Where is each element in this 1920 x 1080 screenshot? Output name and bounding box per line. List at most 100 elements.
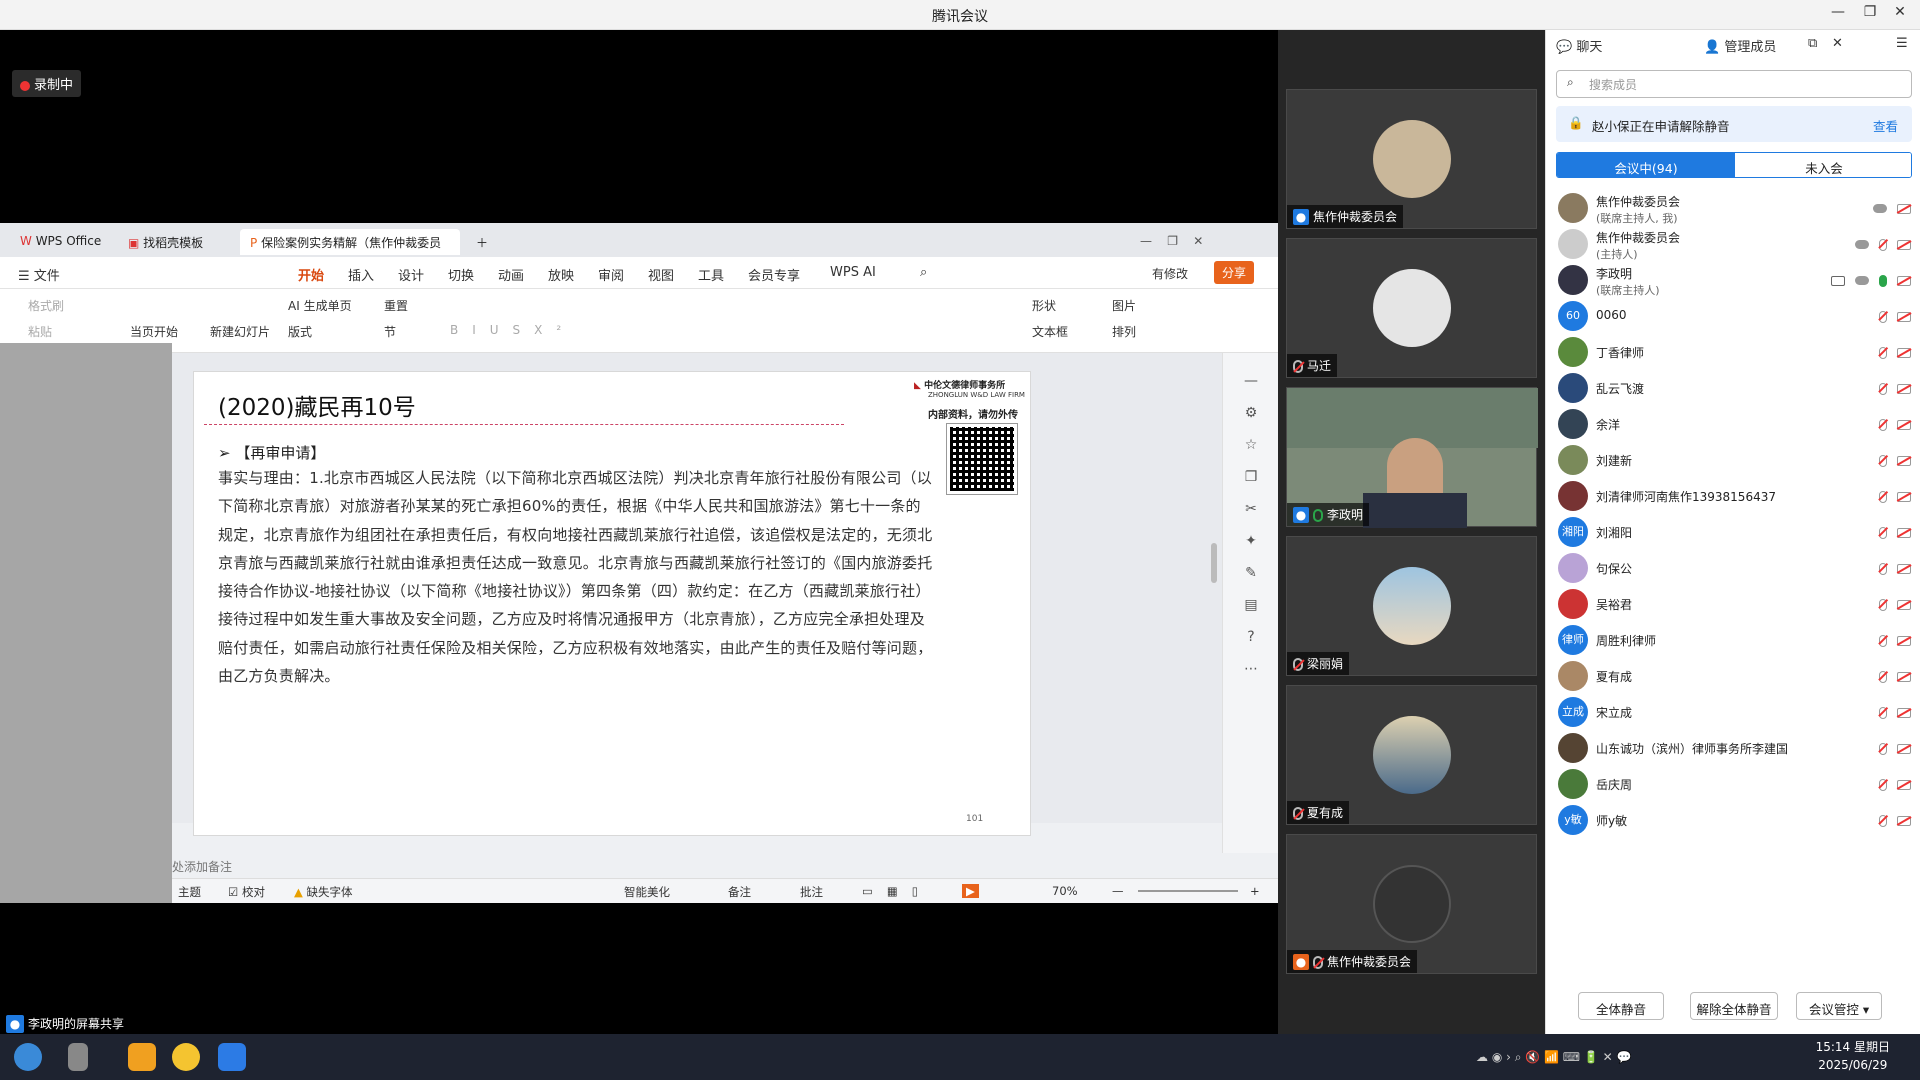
zoom-out-button[interactable]: — xyxy=(1112,884,1124,898)
app-icon[interactable] xyxy=(128,1043,156,1071)
mic-off-icon[interactable] xyxy=(1879,490,1887,503)
slide-thumbnail-pane[interactable] xyxy=(0,343,172,903)
camera-off-icon[interactable] xyxy=(1897,275,1911,286)
camera-off-icon[interactable] xyxy=(1897,311,1911,322)
member-status-icons[interactable] xyxy=(1869,417,1911,431)
reset-button[interactable]: 重置 xyxy=(384,297,408,314)
menu-home[interactable]: 开始 xyxy=(298,265,325,291)
view-request-link[interactable]: 查看 xyxy=(1873,116,1898,135)
copy-icon[interactable]: ❐ xyxy=(1243,469,1259,485)
member-status-icons[interactable] xyxy=(1869,525,1911,539)
menu-tools[interactable]: 工具 xyxy=(698,265,724,284)
mic-off-icon[interactable] xyxy=(1879,418,1887,431)
mic-on-icon[interactable] xyxy=(1879,274,1887,287)
camera-off-icon[interactable] xyxy=(1897,671,1911,682)
member-status-icons[interactable] xyxy=(1869,777,1911,791)
more-icon[interactable]: ⋯ xyxy=(1243,661,1259,677)
mic-off-icon[interactable] xyxy=(1879,454,1887,467)
video-tile[interactable]: ● 焦作仲裁委员会 xyxy=(1286,834,1537,974)
recording-badge[interactable]: 录制中 xyxy=(12,70,82,97)
notes-button[interactable]: 备注 xyxy=(728,884,751,900)
view-mode-buttons[interactable]: ▭▦▯ xyxy=(862,884,932,898)
mic-off-icon[interactable] xyxy=(1879,526,1887,539)
mic-off-icon[interactable] xyxy=(1879,742,1887,755)
tab-wps-office[interactable]: W WPS Office xyxy=(10,229,111,255)
tray-icons[interactable]: ☁ ◉ › ⌕ 🔇 📶 ⌨ 🔋 ✕ 💬 xyxy=(1476,1050,1631,1065)
ai-generate-button[interactable]: AI 生成单页 xyxy=(288,297,352,314)
member-status-icons[interactable] xyxy=(1821,273,1911,287)
section-button[interactable]: 节 xyxy=(384,323,396,340)
member-status-icons[interactable] xyxy=(1845,237,1911,251)
member-status-icons[interactable] xyxy=(1869,489,1911,503)
browser-icon[interactable] xyxy=(172,1043,200,1071)
camera-off-icon[interactable] xyxy=(1897,347,1911,358)
camera-off-icon[interactable] xyxy=(1897,707,1911,718)
picture-button[interactable]: 图片 xyxy=(1112,297,1136,314)
tab-members[interactable]: 👤 管理成员 xyxy=(1704,36,1776,55)
member-status-icons[interactable] xyxy=(1869,561,1911,575)
camera-off-icon[interactable] xyxy=(1897,815,1911,826)
edit-status[interactable]: 有修改 xyxy=(1152,265,1188,282)
camera-off-icon[interactable] xyxy=(1897,635,1911,646)
tab-in-meeting[interactable]: 会议中(94) xyxy=(1557,153,1735,177)
mic-off-icon[interactable] xyxy=(1879,670,1887,683)
menu-slideshow[interactable]: 放映 xyxy=(548,265,574,284)
notes-field[interactable]: 处添加备注 xyxy=(172,853,1222,878)
theme-button[interactable]: 主题 xyxy=(178,884,201,900)
member-status-icons[interactable] xyxy=(1869,741,1911,755)
zoom-in-button[interactable]: + xyxy=(1250,884,1260,898)
member-status-icons[interactable] xyxy=(1863,201,1911,215)
member-row[interactable]: y敏 师y敏 xyxy=(1546,798,1920,842)
window-controls[interactable]: — ❐ ✕ xyxy=(1130,229,1213,255)
camera-off-icon[interactable] xyxy=(1897,203,1911,214)
video-tile[interactable]: 梁丽娟 xyxy=(1286,536,1537,676)
popout-icon[interactable]: ⧉ xyxy=(1808,36,1817,51)
menu-design[interactable]: 设计 xyxy=(398,265,424,284)
tab-not-joined[interactable]: 未入会 xyxy=(1735,153,1911,177)
mic-off-icon[interactable] xyxy=(1879,562,1887,575)
textbox-button[interactable]: 文本框 xyxy=(1032,323,1068,340)
mic-off-icon[interactable] xyxy=(1879,814,1887,827)
tab-document[interactable]: P 保险案例实务精解（焦作仲裁委员 xyxy=(240,229,460,255)
camera-off-icon[interactable] xyxy=(1897,455,1911,466)
collapse-icon[interactable]: — xyxy=(1243,373,1259,389)
menu-view[interactable]: 视图 xyxy=(648,265,674,284)
new-tab-button[interactable]: ＋ xyxy=(466,229,498,255)
mic-off-icon[interactable] xyxy=(1879,238,1887,251)
video-tile-camera[interactable]: ● 李政明 xyxy=(1286,387,1538,528)
book-icon[interactable]: ▤ xyxy=(1243,597,1259,613)
member-status-icons[interactable] xyxy=(1869,633,1911,647)
member-search-input[interactable]: ⌕ 搜索成员 xyxy=(1556,70,1912,98)
sign-icon[interactable]: ✎ xyxy=(1243,565,1259,581)
mic-off-icon[interactable] xyxy=(1879,598,1887,611)
slide-body-text[interactable]: 事实与理由：1.北京市西城区人民法院（以下简称北京西城区法院）判决北京青年旅行社… xyxy=(218,464,934,690)
paste-button[interactable]: 粘贴 xyxy=(28,323,52,340)
shape-button[interactable]: 形状 xyxy=(1032,297,1056,314)
mic-off-icon[interactable] xyxy=(1879,706,1887,719)
camera-off-icon[interactable] xyxy=(1897,239,1911,250)
slide-canvas[interactable]: (2020)藏民再10号 ➢ 【再审申请】 事实与理由：1.北京市西城区人民法院… xyxy=(193,371,1031,836)
video-tile[interactable]: 马迁 xyxy=(1286,238,1537,378)
menu-animation[interactable]: 动画 xyxy=(498,265,524,284)
from-current-button[interactable]: 当页开始 xyxy=(130,323,178,340)
minimize-button[interactable]: — xyxy=(1824,4,1852,20)
animation-icon[interactable]: ✦ xyxy=(1243,533,1259,549)
slide-title[interactable]: (2020)藏民再10号 xyxy=(218,388,416,422)
camera-off-icon[interactable] xyxy=(1897,527,1911,538)
camera-off-icon[interactable] xyxy=(1897,383,1911,394)
menu-insert[interactable]: 插入 xyxy=(348,265,374,284)
member-status-icons[interactable] xyxy=(1869,813,1911,827)
camera-off-icon[interactable] xyxy=(1897,491,1911,502)
search-icon[interactable]: ⌕ xyxy=(920,265,927,280)
proofread-button[interactable]: ☑ 校对 xyxy=(228,884,265,900)
camera-off-icon[interactable] xyxy=(1897,419,1911,430)
tab-chat[interactable]: 💬 聊天 xyxy=(1556,36,1602,55)
clock[interactable]: 15:14 星期日 2025/06/29 xyxy=(1816,1038,1890,1074)
layout-button[interactable]: 版式 xyxy=(288,323,312,340)
zoom-slider[interactable] xyxy=(1138,890,1238,892)
camera-off-icon[interactable] xyxy=(1897,599,1911,610)
new-slide-button[interactable]: 新建幻灯片 xyxy=(210,323,270,340)
mic-off-icon[interactable] xyxy=(1879,778,1887,791)
beautify-button[interactable]: 智能美化 xyxy=(624,884,670,900)
slide-subheading[interactable]: ➢ 【再审申请】 xyxy=(218,442,325,463)
